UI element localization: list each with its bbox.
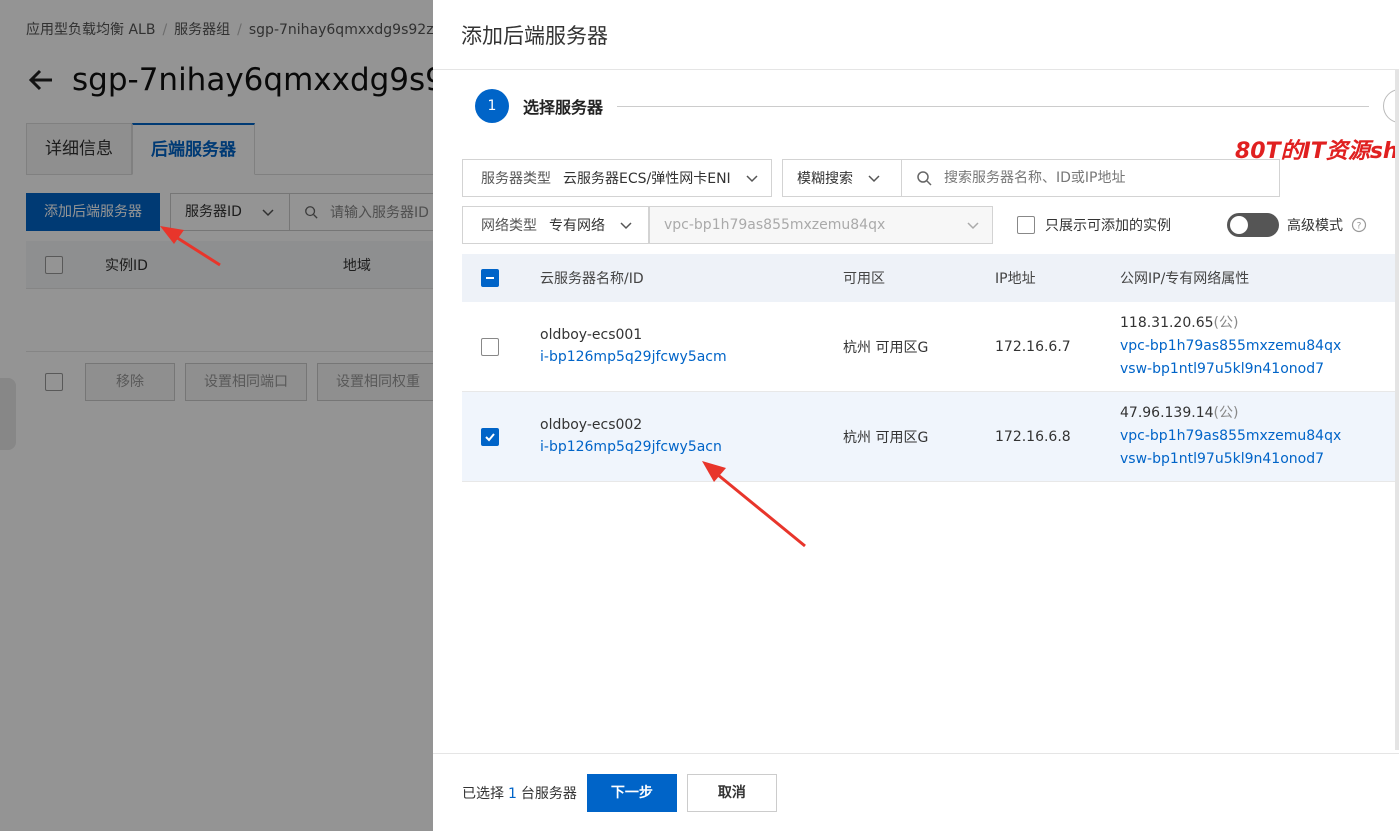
vsw-link[interactable]: vsw-bp1ntl97u5kl9n41onod7 (1120, 448, 1399, 471)
checkmark-icon (485, 432, 495, 441)
only-addable-checkbox[interactable]: 只展示可添加的实例 (1017, 215, 1171, 235)
vertical-scrollbar[interactable] (1395, 70, 1399, 750)
search-mode-value: 模糊搜索 (797, 171, 853, 187)
step-connector (617, 105, 1369, 107)
chevron-down-icon (967, 222, 979, 230)
row-checkbox[interactable] (481, 337, 499, 356)
chevron-down-icon (868, 175, 880, 183)
cancel-button[interactable]: 取消 (686, 773, 777, 812)
search-icon (917, 171, 932, 186)
vpc-link[interactable]: vpc-bp1h79as855mxzemu84qx (1120, 425, 1399, 448)
server-table: 云服务器名称/ID 可用区 IP地址 公网IP/专有网络属性 oldboy-ec… (462, 254, 1399, 482)
step-1-number: 1 (475, 89, 509, 123)
server-zone: 杭州 可用区G (843, 339, 929, 356)
drawer-footer: 已选择 1 台服务器 下一步 取消 (433, 753, 1399, 831)
network-type-value: 专有网络 (549, 218, 605, 234)
help-icon[interactable]: ? (1351, 217, 1367, 233)
svg-text:?: ? (1357, 222, 1362, 232)
select-all-checkbox[interactable] (481, 269, 499, 287)
selected-count: 1 (508, 785, 517, 802)
step-indicator: 1 选择服务器 2 (475, 88, 1399, 124)
step-1-label: 选择服务器 (523, 98, 604, 117)
search-mode-select[interactable]: 模糊搜索 (782, 159, 902, 197)
server-ip: 172.16.6.8 (995, 428, 1071, 445)
table-row[interactable]: oldboy-ecs002 i-bp126mp5q29jfcwy5acn 杭州 … (462, 392, 1399, 482)
public-ip: 47.96.139.14 (1120, 405, 1214, 421)
vpc-link[interactable]: vpc-bp1h79as855mxzemu84qx (1120, 335, 1399, 358)
indeterminate-icon (486, 277, 494, 279)
table-row[interactable]: oldboy-ecs001 i-bp126mp5q29jfcwy5acm 杭州 … (462, 302, 1399, 392)
vsw-link[interactable]: vsw-bp1ntl97u5kl9n41onod7 (1120, 358, 1399, 381)
column-server-name: 云服务器名称/ID (540, 271, 644, 287)
server-table-header: 云服务器名称/ID 可用区 IP地址 公网IP/专有网络属性 (462, 254, 1399, 302)
chevron-down-icon (620, 222, 632, 230)
only-addable-label: 只展示可添加的实例 (1045, 218, 1171, 234)
server-id-link[interactable]: i-bp126mp5q29jfcwy5acn (540, 436, 843, 459)
server-name: oldboy-ecs002 (540, 417, 643, 433)
selection-summary: 已选择 1 台服务器 (462, 785, 577, 802)
server-zone: 杭州 可用区G (843, 429, 929, 446)
only-addable-box[interactable] (1017, 216, 1035, 234)
server-ip: 172.16.6.7 (995, 338, 1071, 355)
row-checkbox[interactable] (481, 427, 499, 446)
advanced-mode-label: 高级模式 (1287, 218, 1343, 234)
advanced-mode-toggle[interactable] (1227, 213, 1279, 237)
server-type-select[interactable]: 服务器类型 云服务器ECS/弹性网卡ENI (462, 159, 772, 197)
network-type-select[interactable]: 网络类型 专有网络 (462, 206, 649, 244)
network-type-label: 网络类型 (481, 218, 537, 234)
column-zone: 可用区 (843, 271, 885, 287)
server-search-box[interactable] (902, 159, 1280, 197)
vpc-select[interactable]: vpc-bp1h79as855mxzemu84qx (649, 206, 993, 244)
server-type-value: 云服务器ECS/弹性网卡ENI (563, 171, 731, 187)
server-search-input[interactable] (944, 170, 1264, 186)
drawer-title: 添加后端服务器 (461, 23, 608, 48)
server-name: oldboy-ecs001 (540, 327, 643, 343)
public-tag: (公) (1213, 315, 1239, 331)
public-ip: 118.31.20.65 (1120, 315, 1214, 331)
server-type-label: 服务器类型 (481, 171, 551, 187)
next-step-button[interactable]: 下一步 (586, 773, 677, 812)
chevron-down-icon (746, 175, 758, 183)
column-public-ip: 公网IP/专有网络属性 (1120, 271, 1250, 287)
add-backend-server-drawer: 添加后端服务器 1 选择服务器 2 80T的IT资源sh 服务器类型 云服务器E… (433, 0, 1399, 831)
vpc-value: vpc-bp1h79as855mxzemu84qx (664, 217, 886, 233)
column-ip: IP地址 (995, 271, 1036, 287)
server-id-link[interactable]: i-bp126mp5q29jfcwy5acm (540, 346, 843, 369)
public-tag: (公) (1213, 405, 1239, 421)
